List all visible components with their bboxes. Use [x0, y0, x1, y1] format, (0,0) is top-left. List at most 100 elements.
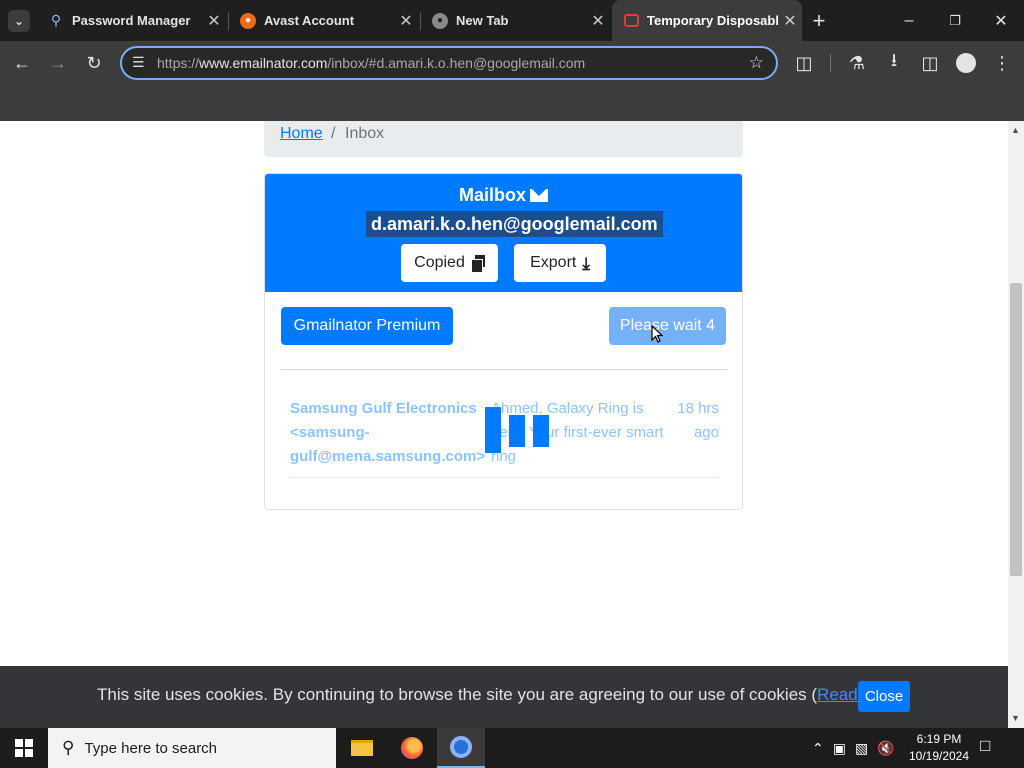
copy-button[interactable]: Copied [401, 244, 498, 282]
message-sender: Samsung Gulf Electronics <samsung-gulf@m… [290, 400, 486, 465]
divider [281, 369, 727, 370]
globe-icon: ● [432, 12, 448, 29]
clock-date: 10/19/2024 [908, 749, 970, 763]
reload-button[interactable]: ↻ [82, 51, 106, 75]
copy-button-label: Copied [414, 254, 465, 271]
close-window-button[interactable]: ✕ [978, 0, 1024, 41]
security-icon[interactable]: ▣ [833, 740, 846, 757]
search-icon: ⚲ [62, 738, 75, 757]
download-icon: ⭳ [890, 50, 898, 70]
chevron-down-icon: ⌄ [8, 9, 30, 32]
cookie-close-button[interactable]: Close [858, 681, 910, 712]
scrollbar-thumb[interactable] [1010, 283, 1022, 576]
chrome-icon [450, 736, 472, 758]
side-panel-button[interactable]: ◫ [918, 51, 942, 75]
more-vert-icon: ⋮ [993, 52, 1011, 73]
envelope-icon [530, 189, 548, 202]
refresh-wait-button[interactable]: Please wait 4 [609, 307, 726, 345]
tab-title: New Tab [456, 13, 509, 28]
tab-new-tab[interactable]: ● New Tab ✕ [420, 0, 610, 41]
download-icon: ⤓ [582, 253, 590, 273]
export-button[interactable]: Export ⤓ [514, 244, 606, 282]
mailbox-title: Mailbox [265, 185, 742, 206]
minimize-button[interactable]: – [886, 0, 932, 41]
scroll-down-icon[interactable]: ▼ [1011, 713, 1020, 723]
mail-icon [624, 14, 639, 27]
breadcrumb-current: Inbox [345, 125, 385, 142]
search-placeholder: Type here to search [84, 739, 218, 757]
new-tab-button[interactable]: + [806, 0, 832, 41]
browser-tab-strip: ⌄ ⚲ Password Manager ✕ ● Avast Account ✕… [0, 0, 1024, 41]
side-panel-icon: ◫ [921, 52, 939, 73]
menu-button[interactable]: ⋮ [990, 51, 1014, 75]
tab-title: Password Manager [72, 13, 191, 28]
windows-logo-icon [15, 739, 33, 757]
mailbox-header: Mailbox d.amari.k.o.hen@googlemail.com C… [265, 174, 742, 292]
file-explorer-button[interactable] [338, 728, 386, 768]
premium-button[interactable]: Gmailnator Premium [281, 307, 453, 345]
cookie-text: This site uses cookies. By continuing to… [97, 685, 818, 704]
back-button[interactable]: ← [10, 51, 34, 75]
plus-icon: + [812, 7, 826, 33]
chrome-button[interactable] [437, 728, 485, 768]
close-icon[interactable]: ✕ [202, 11, 226, 31]
copy-icon [470, 255, 485, 273]
volume-muted-icon[interactable]: 🔇 [877, 740, 894, 757]
notification-icon[interactable]: □ [980, 736, 990, 756]
windows-taskbar: ⚲ Type here to search ⌃ ▣ ▧ 🔇 6:19 PM 10… [0, 728, 1024, 768]
labs-button[interactable]: ⚗ [845, 51, 869, 75]
folder-icon [351, 740, 373, 756]
start-button[interactable] [0, 728, 48, 768]
arrow-left-icon: ← [13, 52, 31, 73]
profile-button[interactable] [954, 51, 978, 75]
close-icon[interactable]: ✕ [778, 11, 802, 31]
puzzle-icon: ◫ [795, 52, 813, 73]
site-settings-icon[interactable]: ☰ [132, 54, 145, 71]
arrow-right-icon: → [49, 52, 67, 73]
tab-temporary-disposable[interactable]: Temporary Disposable ✕ [612, 0, 802, 41]
chevron-up-icon[interactable]: ⌃ [812, 740, 824, 757]
tab-avast-account[interactable]: ● Avast Account ✕ [228, 0, 418, 41]
key-icon: ⚲ [50, 12, 62, 28]
url-text: https://www.emailnator.com/inbox/#d.amar… [157, 55, 586, 71]
extensions-button[interactable]: ◫ [792, 51, 816, 75]
tab-title: Temporary Disposable [647, 13, 778, 28]
avast-icon: ● [240, 12, 256, 29]
restore-button[interactable]: ❐ [932, 0, 978, 41]
downloads-button[interactable]: ⭳ [882, 50, 906, 75]
clock-time: 6:19 PM [916, 732, 962, 746]
scroll-up-icon[interactable]: ▲ [1011, 125, 1020, 135]
firefox-button[interactable] [388, 728, 436, 768]
bookmark-bar [0, 85, 1024, 121]
breadcrumb-separator: / [331, 125, 336, 142]
address-bar[interactable]: ☰ https://www.emailnator.com/inbox/#d.am… [120, 46, 778, 80]
mouse-cursor-icon [651, 325, 664, 343]
network-icon[interactable]: ▧ [855, 740, 868, 757]
flask-icon: ⚗ [848, 52, 866, 73]
tab-password-manager[interactable]: ⚲ Password Manager ✕ [36, 0, 226, 41]
loader-bar [533, 415, 549, 447]
breadcrumb-home-link[interactable]: Home [280, 125, 323, 143]
minimize-icon: – [904, 11, 914, 29]
breadcrumb: Home / Inbox [264, 121, 743, 157]
loader-bar [485, 407, 501, 453]
tab-title: Avast Account [264, 13, 355, 28]
page-scrollbar[interactable]: ▲ ▼ [1008, 121, 1024, 728]
divider [289, 477, 719, 478]
cookie-banner: This site uses cookies. By continuing to… [0, 666, 1008, 728]
forward-button[interactable]: → [46, 51, 70, 75]
taskbar-search[interactable]: ⚲ Type here to search [48, 728, 336, 768]
restore-icon: ❐ [949, 12, 961, 28]
message-time: 18 hrs ago [677, 400, 719, 441]
tab-search-dropdown[interactable]: ⌄ [4, 0, 34, 41]
bookmark-star-icon[interactable]: ☆ [749, 53, 764, 73]
page-viewport: Home / Inbox Mailbox d.amari.k.o.hen@goo… [0, 121, 1008, 728]
email-address[interactable]: d.amari.k.o.hen@googlemail.com [366, 211, 663, 237]
reload-icon: ↻ [86, 52, 102, 73]
close-icon[interactable]: ✕ [394, 11, 418, 31]
mailbox-title-text: Mailbox [458, 185, 526, 205]
loader-bar [509, 415, 525, 447]
close-icon: ✕ [994, 12, 1008, 30]
close-icon[interactable]: ✕ [586, 11, 610, 31]
taskbar-clock[interactable]: 6:19 PM 10/19/2024 [904, 731, 974, 765]
